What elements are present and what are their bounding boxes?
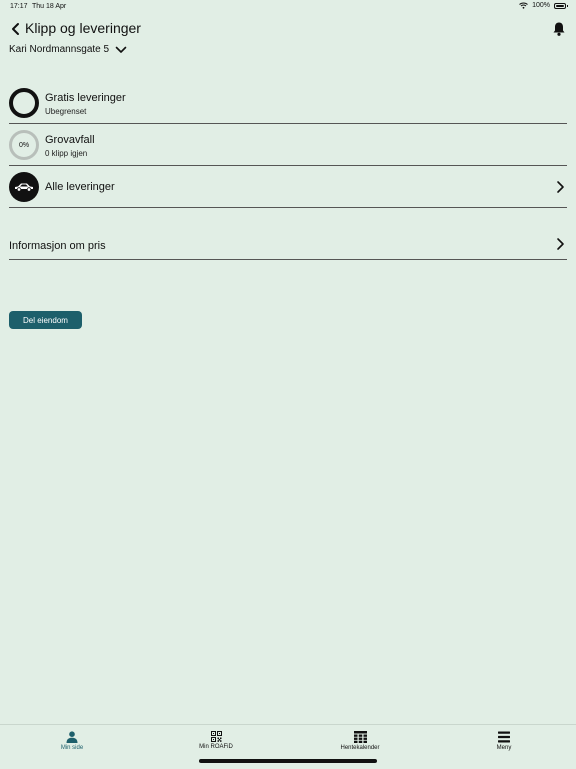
battery-icon — [554, 2, 568, 9]
unlimited-ring-icon — [9, 88, 39, 118]
tab-label: Meny — [496, 745, 512, 751]
calendar-grid-icon — [353, 731, 367, 743]
list-item-all-deliveries[interactable]: Alle leveringer — [9, 166, 567, 208]
qr-code-icon — [210, 731, 222, 742]
list-item-free-deliveries[interactable]: Gratis leveringer Ubegrenset — [9, 82, 567, 124]
tab-label: Min side — [60, 745, 84, 751]
status-bar: 17:17 Thu 18 Apr 100% — [0, 0, 576, 14]
list-item-title: Grovavfall — [45, 134, 95, 146]
status-indicators: 100% — [519, 2, 568, 9]
car-icon — [9, 172, 39, 202]
menu-icon — [498, 731, 510, 743]
chevron-right-icon — [557, 181, 564, 193]
status-date: Thu 18 Apr — [32, 3, 67, 10]
share-property-button[interactable]: Del eiendom — [9, 311, 82, 329]
tab-min-roafid[interactable]: Min ROAFiD — [176, 731, 256, 750]
header: Klipp og leveringer — [0, 18, 576, 40]
tab-min-side[interactable]: Min side — [32, 731, 112, 751]
list-item-title: Alle leveringer — [45, 181, 115, 193]
chevron-right-icon — [557, 238, 564, 250]
list-item-subtitle: Ubegrenset — [45, 107, 87, 116]
chevron-down-icon — [115, 46, 127, 53]
price-info-row[interactable]: Informasjon om pris — [9, 232, 567, 260]
address-label: Kari Nordmannsgate 5 — [9, 44, 110, 55]
progress-ring-icon: 0% — [9, 130, 39, 160]
list-item-title: Gratis leveringer — [45, 92, 126, 104]
page-title: Klipp og leveringer — [25, 20, 141, 36]
tab-hentekalender[interactable]: Hentekalender — [320, 731, 400, 751]
list-item-subtitle: 0 klipp igjen — [45, 149, 88, 158]
battery-percent: 100% — [532, 2, 550, 9]
list-item-bulky-waste[interactable]: 0% Grovavfall 0 klipp igjen — [9, 124, 567, 166]
wifi-icon — [519, 2, 528, 9]
person-icon — [66, 731, 78, 743]
home-indicator[interactable] — [199, 759, 377, 763]
tab-label: Hentekalender — [340, 745, 380, 751]
address-selector[interactable]: Kari Nordmannsgate 5 — [9, 44, 127, 55]
price-info-title: Informasjon om pris — [9, 240, 106, 252]
deliveries-list: Gratis leveringer Ubegrenset 0% Grovavfa… — [9, 82, 567, 208]
status-time: 17:17 — [10, 3, 28, 10]
bell-icon[interactable] — [552, 21, 566, 37]
progress-percent: 0% — [18, 141, 30, 149]
tab-meny[interactable]: Meny — [464, 731, 544, 751]
tab-label: Min ROAFiD — [199, 744, 233, 750]
back-button[interactable] — [8, 20, 24, 38]
